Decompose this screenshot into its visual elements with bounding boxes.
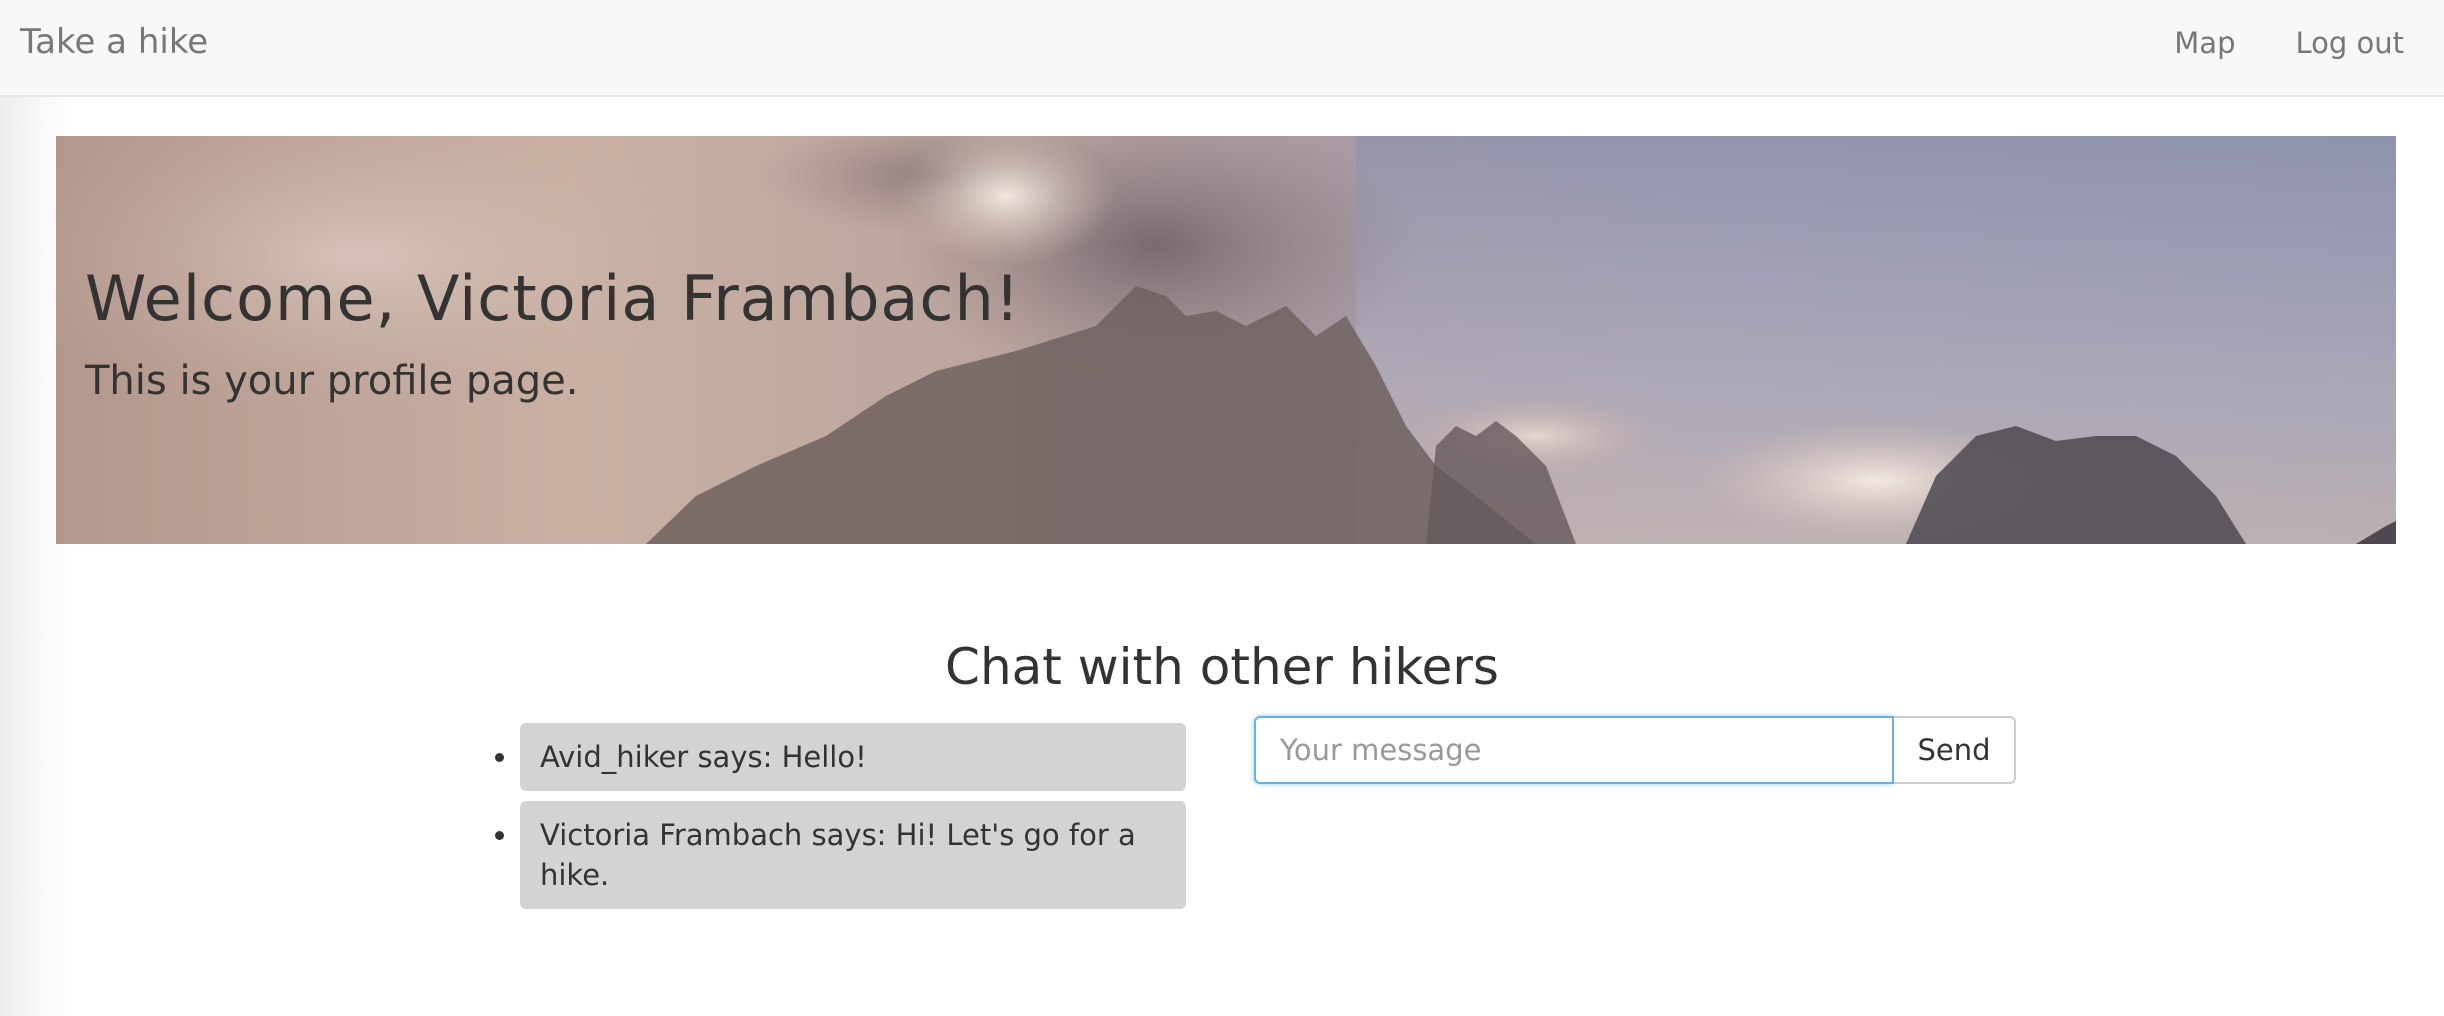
chat-heading: Chat with other hikers xyxy=(945,638,1499,696)
mountain-landscape-image xyxy=(56,136,2396,544)
chat-message: Avid_hiker says: Hello! xyxy=(520,723,1186,791)
nav-link-logout[interactable]: Log out xyxy=(2295,26,2404,60)
top-navbar: Take a hike Map Log out xyxy=(0,0,2444,97)
send-button[interactable]: Send xyxy=(1894,716,2016,784)
brand-link[interactable]: Take a hike xyxy=(20,22,208,62)
chat-form: Send xyxy=(1254,716,2016,784)
message-input[interactable] xyxy=(1254,716,1894,784)
nav-link-map[interactable]: Map xyxy=(2174,26,2235,60)
hero-banner: Welcome, Victoria Frambach! This is your… xyxy=(56,136,2396,544)
chat-message-list: Avid_hiker says: Hello! Victoria Frambac… xyxy=(478,723,1186,919)
profile-subtitle: This is your profile page. xyxy=(85,358,579,404)
chat-message: Victoria Frambach says: Hi! Let's go for… xyxy=(520,801,1186,909)
nav-links: Map Log out xyxy=(2174,26,2404,60)
welcome-heading: Welcome, Victoria Frambach! xyxy=(85,262,1021,335)
